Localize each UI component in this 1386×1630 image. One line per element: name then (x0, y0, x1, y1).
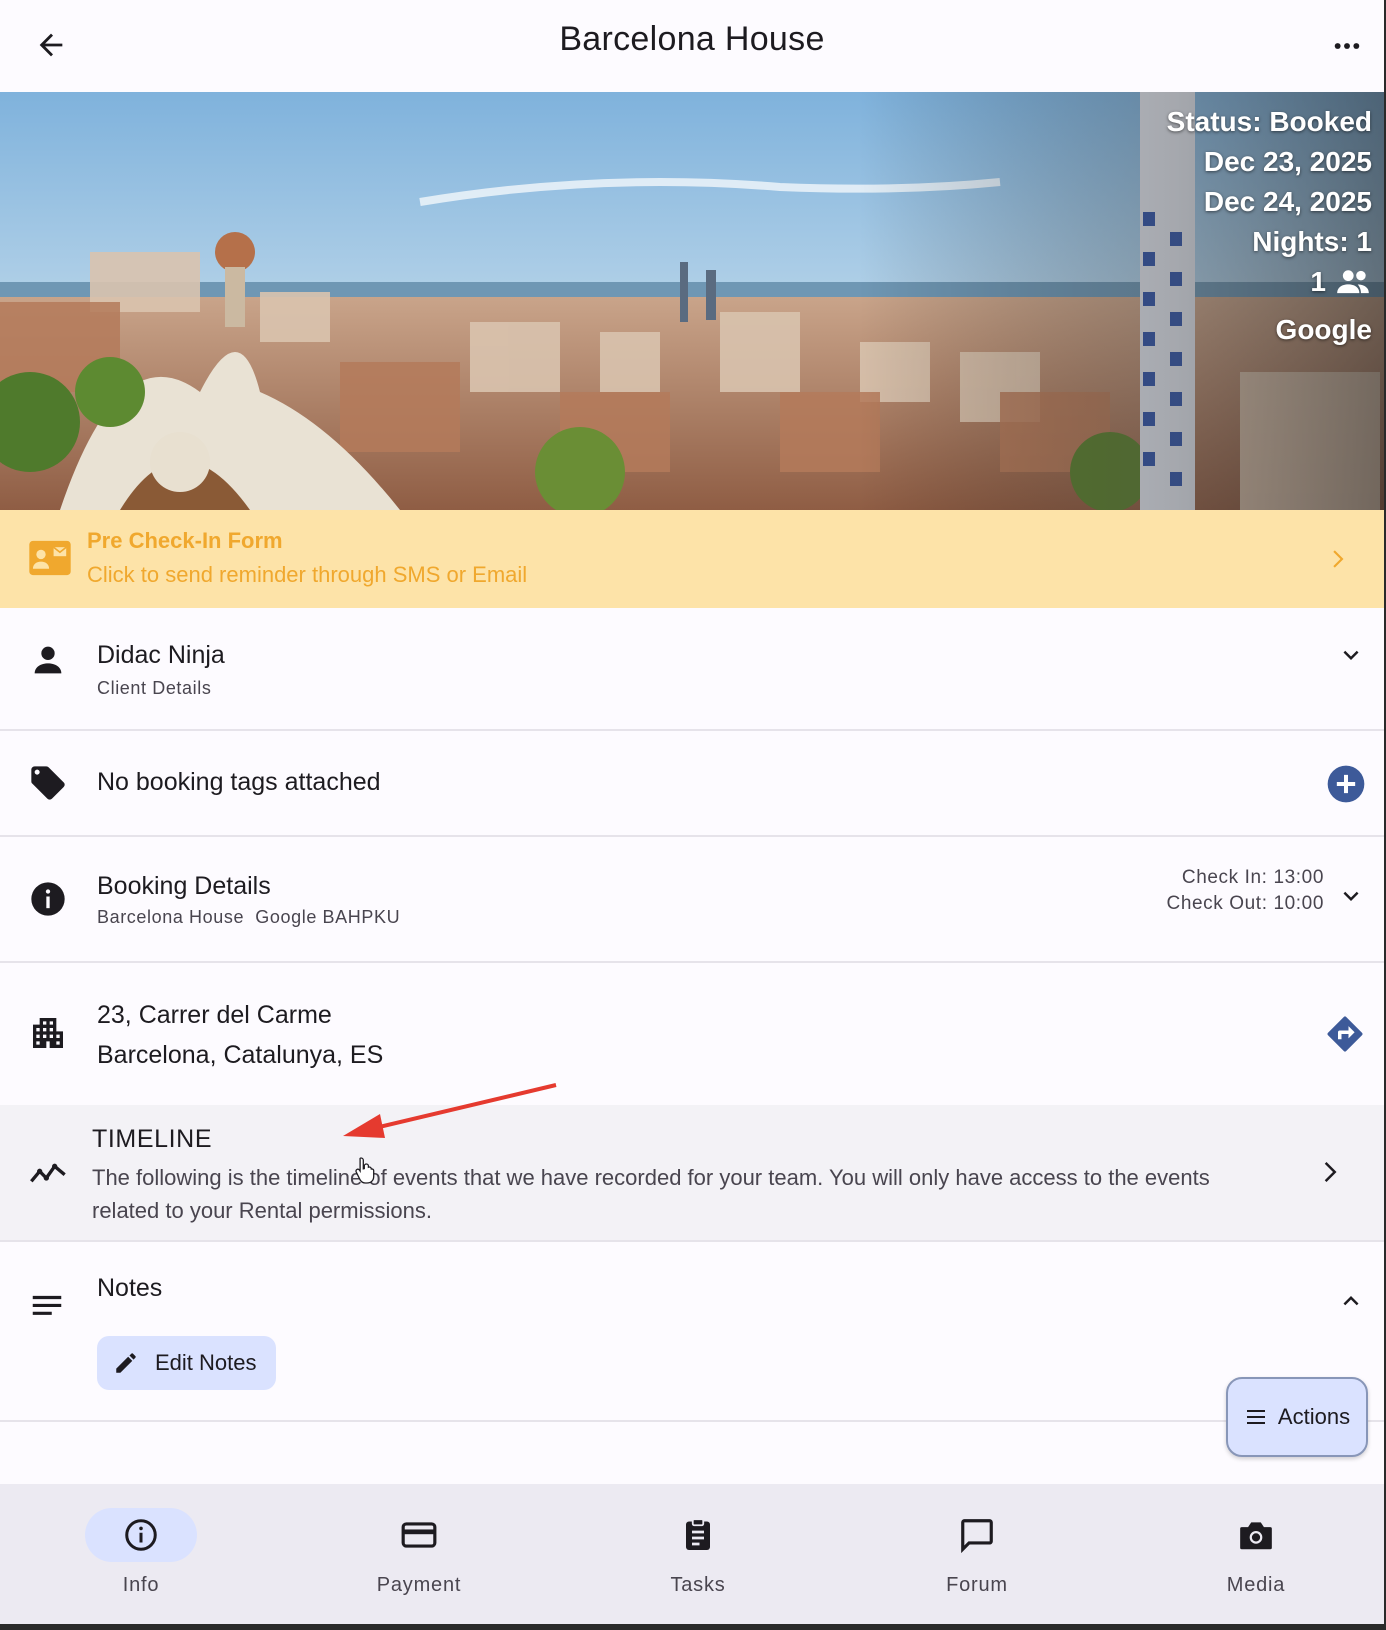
notes-icon (32, 1295, 62, 1315)
nights-count: Nights: 1 (1252, 226, 1372, 257)
chevron-right-icon (1333, 550, 1344, 568)
timeline-row[interactable]: TIMELINE The following is the timeline o… (0, 1105, 1384, 1242)
address-line-1: 23, Carrer del Carme (97, 1001, 332, 1029)
person-icon (34, 646, 62, 674)
chevron-down-icon[interactable] (1336, 881, 1366, 911)
timeline-title: TIMELINE (92, 1125, 213, 1153)
pre-checkin-banner[interactable]: Pre Check-In Form Click to send reminder… (0, 510, 1384, 608)
notes-title: Notes (97, 1274, 163, 1302)
notes-row: Notes Edit Notes (0, 1242, 1384, 1422)
page-title: Barcelona House (559, 20, 825, 58)
booking-summary-overlay: Status: Booked Dec 23, 2025 Dec 24, 2025… (1167, 102, 1372, 350)
clipboard-icon (686, 1518, 710, 1550)
window-bottom-edge (0, 1624, 1386, 1630)
check-times: Check In: 13:00 Check Out: 10:00 (1167, 865, 1324, 917)
chevron-right-icon (1324, 1162, 1337, 1182)
address-row: 23, Carrer del Carme Barcelona, Cataluny… (0, 963, 1384, 1105)
nav-label-payment: Payment (376, 1574, 462, 1596)
camera-icon (1240, 1522, 1272, 1550)
tag-icon (31, 766, 65, 800)
status-text: Status: Booked (1166, 106, 1372, 137)
nav-item-media[interactable]: Media (1186, 1508, 1326, 1597)
check-out-date: Dec 24, 2025 (1203, 186, 1372, 217)
check-in-time: Check In: 13:00 (1181, 867, 1324, 888)
nav-label-info: Info (122, 1574, 160, 1596)
info-icon (125, 1519, 157, 1551)
booking-source: Google (1275, 314, 1372, 345)
more-options-button[interactable] (1324, 24, 1370, 68)
chevron-down-icon[interactable] (1336, 640, 1366, 670)
booking-details-title: Booking Details (97, 872, 271, 900)
tags-empty-text: No booking tags attached (97, 768, 381, 796)
apartment-icon (33, 1018, 63, 1048)
actions-button[interactable]: Actions (1226, 1377, 1368, 1457)
nav-label-media: Media (1226, 1574, 1286, 1596)
client-details-row[interactable]: Didac Ninja Client Details (0, 608, 1384, 731)
menu-icon (1246, 1410, 1265, 1424)
more-horiz-icon (1334, 43, 1360, 49)
booking-details-row[interactable]: Booking Details Barcelona House Google B… (0, 837, 1384, 963)
check-in-date: Dec 23, 2025 (1203, 146, 1372, 177)
info-filled-icon (31, 882, 65, 916)
people-icon (1337, 270, 1369, 294)
chevron-up-icon[interactable] (1336, 1286, 1366, 1316)
contact-mail-icon (29, 540, 71, 576)
banner-subtitle: Click to send reminder through SMS or Em… (87, 562, 528, 587)
client-name: Didac Ninja (97, 641, 225, 669)
pencil-icon (116, 1353, 136, 1373)
booking-source-code: Google BAHPKU (255, 907, 401, 927)
chat-bubble-icon (961, 1519, 993, 1554)
app-bar: Barcelona House (0, 0, 1384, 92)
actions-label: Actions (1277, 1404, 1351, 1429)
guest-count: 1 (1310, 262, 1372, 302)
client-details-label: Client Details (97, 678, 212, 698)
timeline-description: The following is the timeline of events … (92, 1165, 1210, 1223)
nav-item-payment[interactable]: Payment (349, 1508, 489, 1597)
timeline-icon (30, 1163, 66, 1183)
nav-item-tasks[interactable]: Tasks (628, 1508, 768, 1597)
address-line-2: Barcelona, Catalunya, ES (97, 1041, 384, 1069)
nav-item-forum[interactable]: Forum (907, 1508, 1047, 1597)
booking-tags-row: No booking tags attached (0, 731, 1384, 837)
directions-button[interactable] (1324, 1013, 1366, 1055)
nav-item-info[interactable]: Info (71, 1508, 211, 1597)
banner-title: Pre Check-In Form (87, 528, 283, 553)
booking-property: Barcelona House (97, 907, 245, 927)
guest-count-value: 1 (1310, 266, 1326, 297)
edit-notes-label: Edit Notes (155, 1350, 257, 1375)
credit-card-icon (401, 1522, 437, 1548)
property-hero: Status: Booked Dec 23, 2025 Dec 24, 2025… (0, 92, 1384, 510)
edit-notes-button[interactable]: Edit Notes (97, 1336, 276, 1390)
bottom-navigation: Info Payment Tasks Forum Media (0, 1484, 1384, 1624)
booking-screen: Barcelona House Status: Booked Dec 23, 2… (0, 0, 1386, 1630)
nav-label-forum: Forum (946, 1574, 1008, 1596)
add-tag-button[interactable] (1326, 764, 1366, 804)
check-out-time: Check Out: 10:00 (1166, 893, 1324, 914)
nav-label-tasks: Tasks (670, 1574, 726, 1596)
booking-details-subtitle: Barcelona House Google BAHPKU (97, 907, 400, 928)
